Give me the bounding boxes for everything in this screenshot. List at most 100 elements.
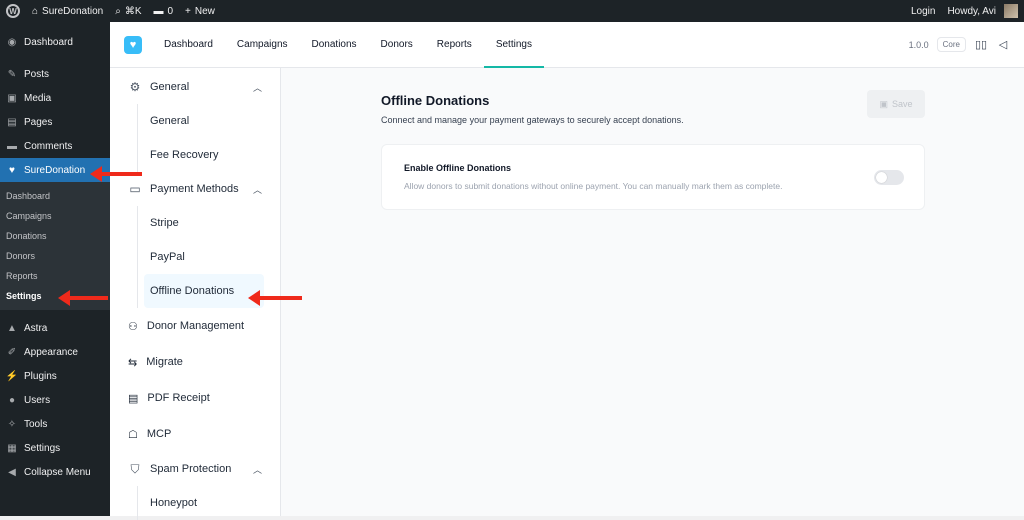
sidebar-item-users[interactable]: ● Users [0, 388, 110, 412]
collapse-icon: ◀ [8, 466, 16, 478]
suredonation-submenu: Dashboard Campaigns Donations Donors Rep… [0, 182, 110, 310]
search-shortcut-label: ⌘K [124, 5, 142, 17]
submenu-item-campaigns[interactable]: Campaigns [0, 206, 110, 226]
new-content-link[interactable]: + New [179, 0, 221, 22]
suredonation-logo-icon[interactable]: ♥ [124, 35, 142, 54]
page-title: Offline Donations [381, 93, 490, 108]
settings-item-paypal[interactable]: PayPal [138, 240, 280, 274]
site-name-link[interactable]: ⌂ SureDonation [26, 0, 109, 22]
plugin-top-nav: ♥ Dashboard Campaigns Donations Donors R… [110, 22, 1024, 68]
settings-item-general[interactable]: General [138, 104, 280, 138]
enable-offline-toggle[interactable] [874, 170, 904, 185]
wordpress-icon: W [6, 4, 20, 18]
sidebar-item-dashboard[interactable]: ◉ Dashboard [0, 30, 110, 54]
wrench-icon: ✧ [7, 418, 17, 430]
admin-bar: W ⌂ SureDonation ⌕ ⌘K ▬ 0 + New Login Howdy,… [0, 0, 1024, 22]
avatar [1004, 4, 1018, 18]
chevron-up-icon: ︿ [252, 82, 262, 93]
chevron-up-icon: ︿ [252, 184, 262, 195]
settings-item-fee-recovery[interactable]: Fee Recovery [138, 138, 280, 172]
arrows-exchange-icon: ⇆ [128, 356, 138, 369]
gear-icon: ⚙ [129, 80, 141, 94]
search-shortcut[interactable]: ⌕ ⌘K [109, 0, 147, 22]
sidebar-item-tools[interactable]: ✧ Tools [0, 412, 110, 436]
search-icon: ⌕ [115, 5, 121, 17]
comments-link[interactable]: ▬ 0 [147, 0, 179, 22]
submenu-item-donors[interactable]: Donors [0, 246, 110, 266]
comment-icon: ▬ [153, 5, 164, 17]
tab-settings[interactable]: Settings [483, 22, 545, 68]
toggle-knob [876, 172, 887, 183]
howdy-text: Howdy, Avi [947, 5, 996, 17]
media-icon: ▣ [7, 92, 17, 104]
settings-item-honeypot[interactable]: Honeypot [138, 486, 280, 520]
robot-icon: ☖ [128, 428, 138, 441]
dashboard-icon: ◉ [7, 36, 17, 48]
sidebar-item-posts[interactable]: ✎ Posts [0, 62, 110, 86]
astra-icon: ▲ [7, 322, 17, 334]
users-icon: ⚇ [128, 320, 138, 333]
settings-icon: ▦ [7, 442, 17, 454]
megaphone-icon[interactable]: ◁ [996, 38, 1010, 52]
chevron-up-icon: ︿ [252, 464, 262, 475]
plan-badge: Core [936, 37, 966, 52]
collapse-menu-button[interactable]: ◀ Collapse Menu [0, 460, 110, 484]
site-name: SureDonation [42, 5, 104, 17]
save-icon: ▣ [879, 98, 888, 109]
sidebar-item-astra[interactable]: ▲ Astra [0, 316, 110, 340]
sidebar-item-pages[interactable]: ▤ Pages [0, 110, 110, 134]
pin-icon: ✎ [7, 68, 17, 80]
credit-card-icon: ▭ [129, 182, 141, 196]
document-icon: ▤ [128, 392, 139, 405]
settings-item-donor-management[interactable]: ⚇ Donor Management [110, 308, 280, 344]
tab-donations[interactable]: Donations [300, 22, 369, 68]
tab-dashboard[interactable]: Dashboard [152, 22, 225, 68]
shield-icon: ⛉ [130, 461, 140, 476]
sidebar-item-plugins[interactable]: ⚡ Plugins [0, 364, 110, 388]
tab-donors[interactable]: Donors [369, 22, 425, 68]
save-button[interactable]: ▣ Save [867, 90, 925, 118]
brush-icon: ✐ [7, 346, 17, 358]
submenu-item-donations[interactable]: Donations [0, 226, 110, 246]
version-label: 1.0.0 [908, 39, 929, 50]
sidebar-item-comments[interactable]: ▬ Comments [0, 134, 110, 158]
sidebar-item-media[interactable]: ▣ Media [0, 86, 110, 110]
comments-count: 0 [167, 5, 174, 17]
page-description: Connect and manage your payment gateways… [381, 115, 684, 125]
new-label: New [194, 5, 215, 17]
general-children: General Fee Recovery [137, 104, 280, 172]
sidebar-item-settings[interactable]: ▦ Settings [0, 436, 110, 460]
enable-offline-title: Enable Offline Donations [404, 163, 512, 173]
settings-item-offline-donations[interactable]: Offline Donations [144, 274, 264, 308]
pages-icon: ▤ [7, 116, 17, 128]
settings-group-spam-protection[interactable]: ⛉ Spam Protection ︿ [110, 452, 280, 486]
comment-icon: ▬ [7, 140, 17, 152]
suredonation-icon: ♥ [9, 164, 15, 176]
admin-sidebar: ◉ Dashboard ✎ Posts ▣ Media ▤ Pages ▬ Comment… [0, 22, 110, 516]
book-icon[interactable]: ▯▯ [974, 38, 988, 52]
settings-group-general[interactable]: ⚙ General ︿ [110, 70, 280, 104]
annotation-arrow-settings [58, 290, 108, 306]
tab-reports[interactable]: Reports [425, 22, 484, 68]
annotation-arrow-offline-donations [248, 290, 302, 306]
settings-group-payment-methods[interactable]: ▭ Payment Methods ︿ [110, 172, 280, 206]
plugin-icon: ⚡ [5, 370, 19, 382]
submenu-item-dashboard[interactable]: Dashboard [0, 186, 110, 206]
settings-item-migrate[interactable]: ⇆ Migrate [110, 344, 280, 380]
offline-donations-card: Enable Offline Donations Allow donors to… [381, 144, 925, 210]
enable-offline-description: Allow donors to submit donations without… [404, 181, 783, 191]
home-icon: ⌂ [32, 5, 39, 17]
plus-icon: + [185, 5, 191, 17]
spam-children: Honeypot [137, 486, 280, 520]
settings-item-mcp[interactable]: ☖ MCP [110, 416, 280, 452]
account-menu[interactable]: Howdy, Avi [941, 0, 1024, 22]
tab-campaigns[interactable]: Campaigns [225, 22, 300, 68]
login-link[interactable]: Login [905, 0, 941, 22]
submenu-item-reports[interactable]: Reports [0, 266, 110, 286]
user-icon: ● [8, 394, 16, 406]
main-content: Offline Donations Connect and manage you… [281, 68, 1024, 516]
sidebar-item-appearance[interactable]: ✐ Appearance [0, 340, 110, 364]
settings-item-stripe[interactable]: Stripe [138, 206, 280, 240]
settings-item-pdf-receipt[interactable]: ▤ PDF Receipt [110, 380, 280, 416]
wp-logo-menu[interactable]: W [0, 0, 26, 22]
